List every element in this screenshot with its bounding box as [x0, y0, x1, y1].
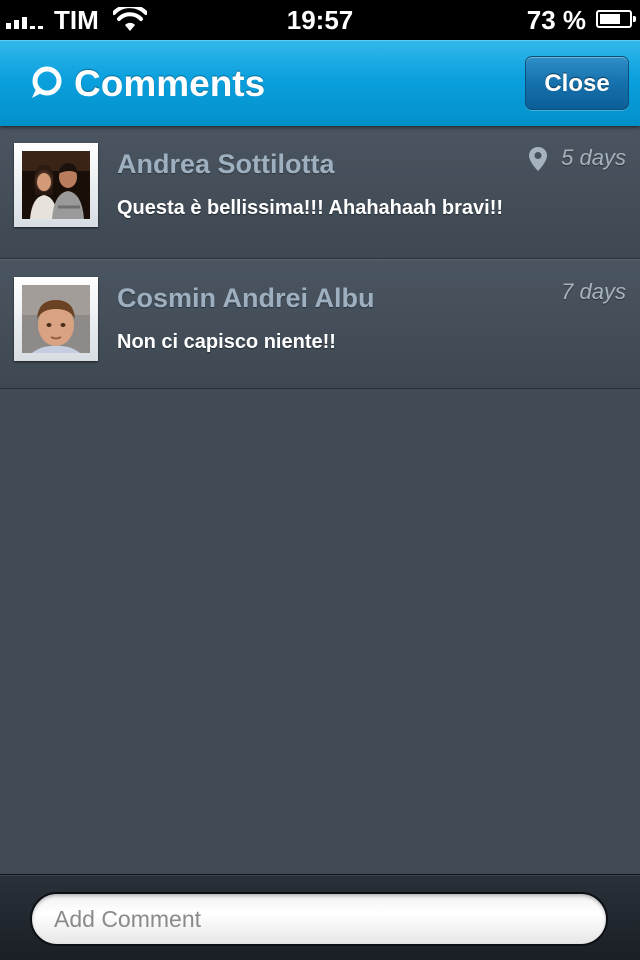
comment-item: Cosmin Andrei Albu 7 days Non ci capisco… — [0, 259, 640, 389]
comment-author[interactable]: Cosmin Andrei Albu — [117, 282, 375, 314]
location-pin-icon — [529, 147, 547, 171]
navigation-bar: Comments Close — [0, 40, 640, 126]
comment-text: Non ci capisco niente!! — [117, 331, 336, 353]
comment-item: Andrea Sottilotta 5 days Questa è bellis… — [0, 126, 640, 259]
comment-age: 7 days — [561, 279, 626, 304]
avatar-photo — [22, 285, 90, 353]
avatar[interactable] — [14, 277, 98, 361]
screen: TIM 19:57 73 % Comments Close Andrea Sot… — [0, 0, 640, 960]
avatar[interactable] — [14, 143, 98, 227]
comment-list: Andrea Sottilotta 5 days Questa è bellis… — [0, 126, 640, 389]
add-comment-input[interactable] — [30, 892, 608, 946]
comment-text: Questa è bellissima!!! Ahahahaah bravi!! — [117, 197, 504, 219]
comment-author[interactable]: Andrea Sottilotta — [117, 148, 335, 180]
close-button[interactable]: Close — [525, 56, 629, 110]
speech-bubble-icon — [32, 66, 62, 98]
status-bar: TIM 19:57 73 % — [0, 0, 640, 40]
battery-percentage: 73 % — [526, 5, 586, 35]
avatar-photo — [22, 151, 90, 219]
battery-icon — [596, 10, 636, 28]
comment-age: 5 days — [561, 145, 626, 170]
comment-composer-bar — [0, 874, 640, 960]
page-title: Comments — [74, 63, 266, 104]
battery-level-fill — [600, 14, 620, 24]
